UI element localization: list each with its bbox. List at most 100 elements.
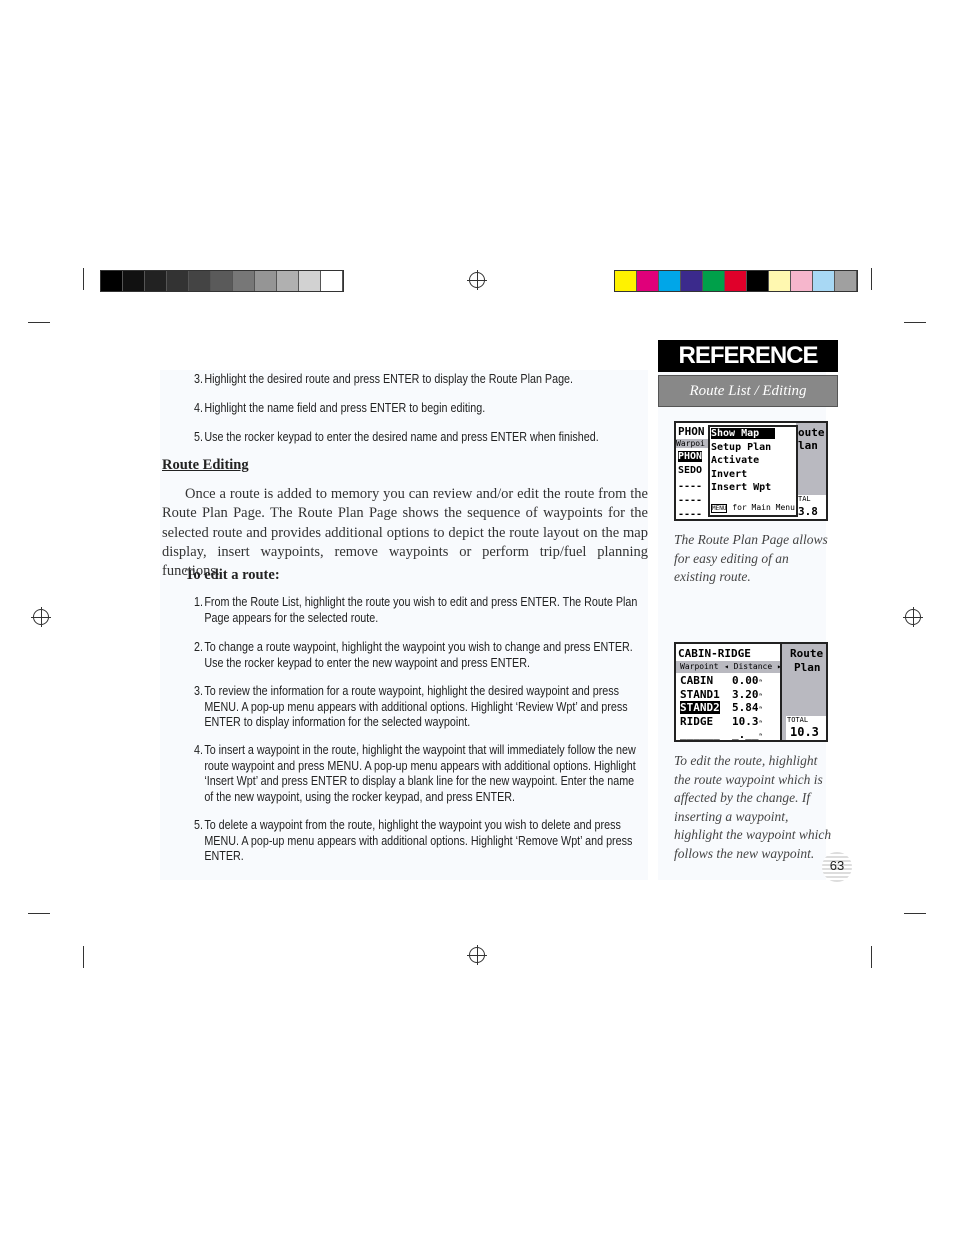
menu-item[interactable]: Setup Plan [711,442,771,453]
step-item: 4.Highlight the name field and press ENT… [194,401,641,417]
step-text: To insert a waypoint in the route, highl… [204,743,636,804]
color-swatch [277,271,299,291]
color-swatch [167,271,189,291]
crop-mark [871,946,872,968]
screen-text: CABIN-RIDGE [678,647,751,660]
color-swatch [189,271,211,291]
registration-mark-icon [903,607,923,627]
menu-hint: for Main Menu [732,503,795,512]
step-item: 4.To insert a waypoint in the route, hig… [194,743,641,805]
color-swatch [637,271,659,291]
screen-text: TOTAL [787,716,809,724]
color-swatch [299,271,321,291]
waypoint-name[interactable]: STAND2 [680,701,720,714]
step-item: 1.From the Route List, highlight the rou… [194,595,641,626]
step-text: Highlight the desired route and press EN… [204,372,574,386]
step-text: Highlight the name field and press ENTER… [204,401,486,415]
subheading: To edit a route: [185,567,280,583]
screen-text: PHON [678,451,703,462]
column-header: ◂ Distance ▸ [724,662,782,671]
section-label: Route List / Editing [658,375,838,407]
route-plan-screenshot: CABIN-RIDGE Warpoint ◂ Distance ▸ CABIN 0… [674,642,828,742]
screen-text: 3.8 [798,505,818,518]
menu-key-label: MENU [711,504,728,513]
step-number: 1. [194,595,203,609]
step-item: 5.To delete a waypoint from the route, h… [194,818,641,865]
menu-item[interactable]: Insert Wpt [711,482,771,493]
screen-text: Warpoi [676,439,712,448]
waypoint-distance: 10.3ⁿ [732,714,763,728]
registration-mark-icon [467,270,487,290]
step-item: 2.To change a route waypoint, highlight … [194,640,641,671]
crop-mark [904,913,926,914]
screen-text: ---- [678,481,703,492]
crop-mark [28,913,50,914]
waypoint-name[interactable]: CABIN [680,674,713,687]
step-text: To review the information for a route wa… [204,684,628,729]
waypoint-name[interactable]: RIDGE [680,715,713,728]
step-number: 3. [194,372,203,386]
color-swatch [769,271,791,291]
screen-text: SEDO [678,465,703,476]
step-item: 3.To review the information for a route … [194,684,641,731]
screen-text: ---- [678,509,703,520]
screen-text: Route [790,647,824,660]
menu-item[interactable]: Invert [711,469,747,480]
caption: To edit the route, highlight the route w… [674,753,832,861]
color-swatch [211,271,233,291]
manual-page: Route Editing Once a route is added to m… [0,0,954,1235]
step-text: To delete a waypoint from the route, hig… [204,818,633,863]
color-swatch [145,271,167,291]
step-text: Use the rocker keypad to enter the desir… [204,430,599,444]
crop-mark [28,322,50,323]
color-swatch [123,271,145,291]
reference-tab: REFERENCE [658,340,838,372]
waypoint-distance: 3.20ⁿ [732,687,763,701]
waypoint-distance: _.__ⁿ [732,728,763,741]
screen-text: PHON [678,425,705,438]
section-heading: Route Editing [162,457,249,473]
menu-item[interactable]: Show Map [711,428,775,439]
color-swatch [681,271,703,291]
popup-menu: Show Map Setup Plan Activate Invert Insert W… [708,425,798,517]
column-header: Warpoint [680,662,719,671]
grayscale-color-bar [100,270,344,292]
process-color-bar [614,270,858,292]
color-swatch [703,271,725,291]
screen-text: Plan [794,661,821,674]
crop-mark [83,946,84,968]
caption: The Route Plan Page allows for easy edit… [674,532,828,584]
crop-mark [871,268,872,290]
color-swatch [725,271,747,291]
color-swatch [659,271,681,291]
color-swatch [101,271,123,291]
waypoint-name[interactable]: ______ [680,728,720,740]
screen-text: ---- [678,495,703,506]
waypoint-name[interactable]: STAND1 [680,688,720,701]
step-number: 3. [194,684,203,698]
step-text: From the Route List, highlight the route… [204,595,638,625]
step-item: 3.Highlight the desired route and press … [194,372,641,388]
screen-text: lan [798,439,818,452]
registration-mark-icon [467,945,487,965]
step-number: 5. [194,430,203,444]
step-number: 4. [194,401,203,415]
color-swatch [835,271,857,291]
page-number: 63 [822,852,852,882]
screen-text: TAL [798,495,811,503]
waypoint-distance: 0.00ⁿ [732,674,763,687]
step-number: 2. [194,640,203,654]
screen-text: oute [798,426,825,439]
step-number: 4. [194,743,203,757]
color-swatch [813,271,835,291]
step-text: To change a route waypoint, highlight th… [204,640,633,670]
menu-item[interactable]: Activate [711,455,759,466]
crop-mark [904,322,926,323]
registration-mark-icon [31,607,51,627]
step-item: 5.Use the rocker keypad to enter the des… [194,430,641,446]
color-swatch [791,271,813,291]
crop-mark [83,268,84,290]
color-swatch [321,271,343,291]
step-number: 5. [194,818,203,832]
route-plan-menu-screenshot: PHON Warpoi PHON SEDO ---- ---- ---- out… [674,421,828,521]
